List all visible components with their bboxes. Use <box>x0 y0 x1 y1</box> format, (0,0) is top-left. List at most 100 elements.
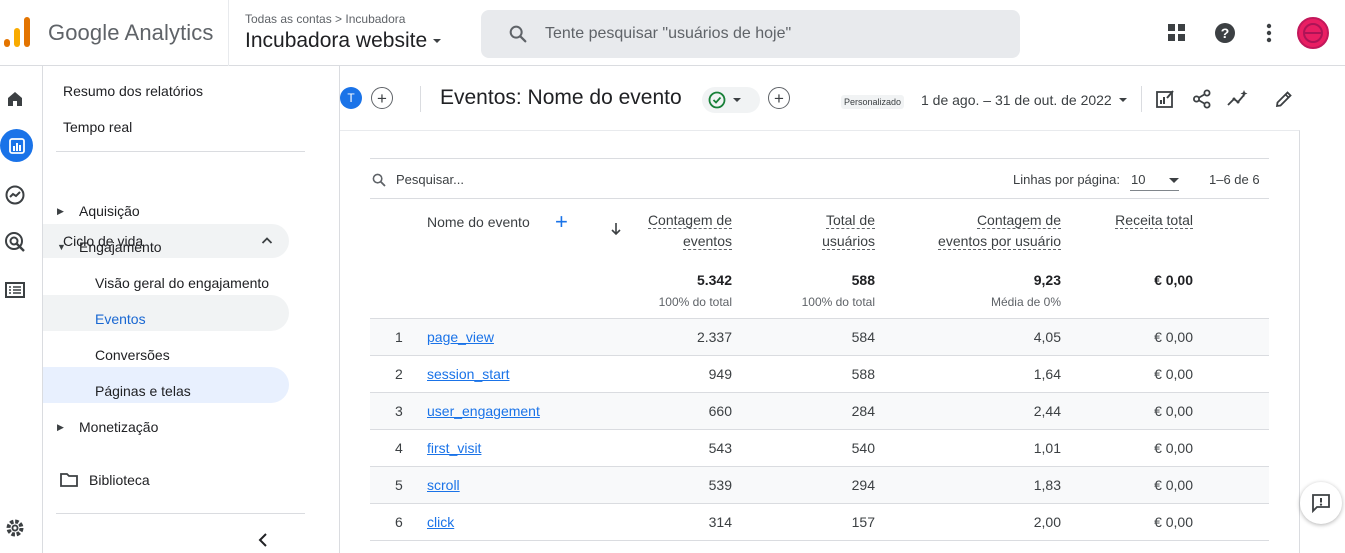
nav-engagement-overview[interactable]: Visão geral do engajamento <box>95 275 269 291</box>
column-event-count-line2: eventos <box>682 233 732 250</box>
events-per-user-cell: 4,05 <box>1033 329 1061 345</box>
account-breadcrumb[interactable]: Todas as contas > Incubadora <box>245 12 405 26</box>
advertising-icon[interactable] <box>3 230 27 254</box>
nav-monetization[interactable]: ▶ Monetização <box>57 419 158 435</box>
table-row: 1 page_view 2.337 584 4,05 € 0,00 <box>370 319 1269 356</box>
date-range-selector[interactable]: 1 de ago. – 31 de out. de 2022 <box>921 92 1128 108</box>
column-events-per-user[interactable]: Contagem de eventos por usuário <box>938 210 1061 252</box>
global-search-input[interactable] <box>545 25 965 43</box>
event-name-link[interactable]: scroll <box>427 477 460 493</box>
event-count-cell: 543 <box>708 440 732 456</box>
event-name-link[interactable]: session_start <box>427 366 509 382</box>
nav-divider <box>56 513 305 514</box>
table-header: Nome do evento + Contagem de eventos Tot… <box>370 198 1269 319</box>
total-users-sub: 100% do total <box>801 295 875 309</box>
events-per-user-cell: 2,00 <box>1033 514 1061 530</box>
column-total-users[interactable]: Total de usuários <box>822 210 875 252</box>
event-count-cell: 949 <box>708 366 732 382</box>
top-app-bar: Google Analytics Todas as contas > Incub… <box>0 0 1345 66</box>
insights-icon[interactable] <box>1226 87 1250 111</box>
search-icon <box>372 173 386 187</box>
reports-icon[interactable] <box>0 129 33 162</box>
table-search[interactable] <box>372 172 596 187</box>
add-dimension-icon[interactable]: + <box>555 211 568 233</box>
column-total-users-line1: Total de <box>825 212 875 229</box>
nav-acquisition[interactable]: ▶ Aquisição <box>57 203 140 219</box>
nav-engagement-highlight <box>43 295 289 331</box>
rows-per-page-label: Linhas por página: <box>1013 172 1120 187</box>
dropdown-arrow-icon <box>433 39 442 43</box>
event-count-cell: 660 <box>708 403 732 419</box>
more-vert-icon[interactable] <box>1257 21 1281 45</box>
total-users-cell: 584 <box>851 329 875 345</box>
nav-conversions[interactable]: Conversões <box>95 347 170 363</box>
dropdown-arrow-icon <box>1118 98 1127 102</box>
sort-descending-icon[interactable] <box>610 222 622 236</box>
page-title: Eventos: Nome do evento <box>440 86 682 109</box>
account-divider <box>228 0 245 66</box>
event-name-link[interactable]: user_engagement <box>427 403 540 419</box>
settings-icon[interactable] <box>3 516 27 540</box>
nav-divider <box>56 151 305 152</box>
column-total-users-line2: usuários <box>822 233 875 250</box>
report-status-chip[interactable] <box>702 87 760 113</box>
event-name-link[interactable]: click <box>427 514 454 530</box>
comparison-chip[interactable]: T <box>340 87 362 109</box>
row-index: 3 <box>395 403 403 419</box>
share-icon[interactable] <box>1190 87 1214 111</box>
table-row: 5 scroll 539 294 1,83 € 0,00 <box>370 467 1269 504</box>
feedback-button[interactable] <box>1300 482 1342 524</box>
events-per-user-cell: 1,83 <box>1033 477 1061 493</box>
help-icon[interactable]: ? <box>1213 21 1237 45</box>
nav-pages-screens[interactable]: Páginas e telas <box>95 383 191 399</box>
total-event-count: 5.342 <box>696 272 732 288</box>
explore-icon[interactable] <box>3 183 27 207</box>
nav-reports-snapshot[interactable]: Resumo dos relatórios <box>63 83 203 99</box>
report-main: T + Eventos: Nome do evento + Personaliz… <box>340 66 1345 553</box>
total-users-cell: 284 <box>851 403 875 419</box>
events-per-user-cell: 1,64 <box>1033 366 1061 382</box>
add-comparison-icon[interactable]: + <box>371 87 393 109</box>
revenue-cell: € 0,00 <box>1154 440 1193 456</box>
row-index: 2 <box>395 366 403 382</box>
collapse-nav-icon[interactable] <box>257 532 269 548</box>
column-event-count[interactable]: Contagem de eventos <box>647 210 732 252</box>
column-total-revenue[interactable]: Receita total <box>1115 210 1193 231</box>
account-avatar[interactable] <box>1297 17 1329 49</box>
product-name[interactable]: Google Analytics <box>48 20 213 46</box>
rows-per-page-select[interactable]: 10 <box>1130 169 1179 191</box>
nav-realtime[interactable]: Tempo real <box>63 119 132 135</box>
nav-engagement[interactable]: ▼ Engajamento <box>57 239 162 255</box>
event-name-link[interactable]: first_visit <box>427 440 481 456</box>
total-users: 588 <box>851 272 875 288</box>
expand-arrow-icon: ▶ <box>57 205 64 216</box>
nav-library[interactable]: Biblioteca <box>60 472 150 488</box>
table-row: 3 user_engagement 660 284 2,44 € 0,00 <box>370 393 1269 430</box>
nav-monetization-label: Monetização <box>79 419 159 435</box>
report-header: T + Eventos: Nome do evento + Personaliz… <box>340 66 1345 130</box>
table-row: 4 first_visit 543 540 1,01 € 0,00 <box>370 430 1269 467</box>
collapse-arrow-icon: ▼ <box>57 242 66 252</box>
table-search-input[interactable] <box>396 172 596 187</box>
search-icon <box>509 25 527 43</box>
add-filter-icon[interactable]: + <box>768 87 790 109</box>
column-total-revenue-label: Receita total <box>1115 212 1193 229</box>
event-name-link[interactable]: page_view <box>427 329 494 345</box>
table-toolbar: Linhas por página: 10 1–6 de 6 <box>370 158 1269 200</box>
column-event-name[interactable]: Nome do evento <box>427 212 530 233</box>
customize-report-icon[interactable] <box>1153 87 1177 111</box>
nav-events[interactable]: Eventos <box>95 311 146 327</box>
apps-grid-icon[interactable] <box>1165 21 1189 45</box>
configure-icon[interactable] <box>3 278 27 302</box>
events-per-user-cell: 1,01 <box>1033 440 1061 456</box>
rows-per-page-value: 10 <box>1131 172 1146 187</box>
date-range-text: 1 de ago. – 31 de out. de 2022 <box>921 92 1112 108</box>
property-selector[interactable]: Incubadora website <box>245 29 443 53</box>
row-index: 6 <box>395 514 403 530</box>
report-navigation: Resumo dos relatórios Tempo real Ciclo d… <box>43 66 340 553</box>
global-search[interactable] <box>481 10 1020 58</box>
analytics-logo-icon[interactable] <box>4 17 30 49</box>
home-icon[interactable] <box>3 87 27 111</box>
total-users-cell: 588 <box>851 366 875 382</box>
edit-pencil-icon[interactable] <box>1272 87 1296 111</box>
